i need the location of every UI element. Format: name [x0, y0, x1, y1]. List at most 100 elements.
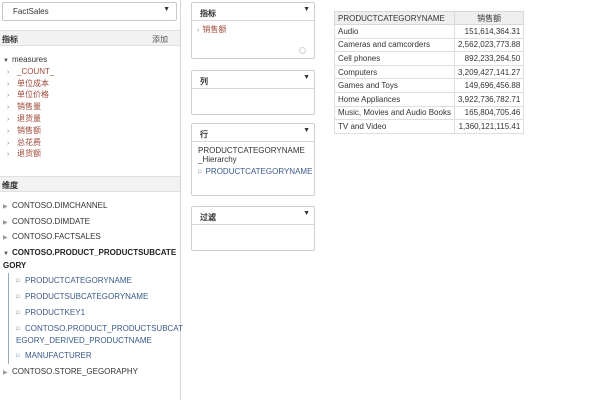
measure-label: 退货额 — [17, 149, 41, 159]
table-row: Home Appliances 3,922,736,782.71 — [334, 91, 525, 107]
attribute-label: MANUFACTURER — [25, 350, 92, 360]
measure-label: _COUNT_ — [17, 66, 55, 76]
add-measure-button[interactable]: 添加 — [152, 34, 168, 45]
table-row: Cell phones 892,233,264.50 — [334, 51, 525, 66]
bookmark-icon: ⌑ — [16, 293, 20, 301]
hierarchy-label[interactable]: PRODUCTCATEGORYNAME_Hierarchy — [192, 142, 314, 164]
measure-label: 销售量 — [17, 102, 41, 112]
table-row: Games and Toys 149,696,456.88 — [334, 78, 525, 93]
value-cell: 892,233,264.50 — [453, 51, 525, 66]
columns-panel-header: 列 ▼ — [192, 71, 314, 89]
bookmark-icon: ⌑ — [16, 277, 20, 285]
rows-panel-header: 行 ▼ — [192, 124, 314, 142]
value-cell: 165,804,705.46 — [453, 105, 525, 121]
measure-item[interactable]: › 总花费 — [0, 137, 180, 149]
measures-panel-body: › 销售额 — [192, 21, 314, 58]
table-header-row: PRODUCTCATEGORYNAME 销售额 — [334, 11, 525, 25]
columns-panel-body — [192, 89, 314, 114]
measure-item[interactable]: › _COUNT_ — [0, 66, 180, 78]
dimension-item[interactable]: ▶ CONTOSO.FACTSALES — [0, 229, 180, 245]
chevron-down-icon: ▼ — [163, 6, 170, 13]
measure-label: 销售额 — [17, 125, 41, 135]
cube-select[interactable]: FactSales ▼ — [2, 2, 177, 21]
measure-tree: ▼ measures › _COUNT_ › 单位成本 › 单位价格 › 销售量 › 退货量… — [0, 54, 180, 160]
field-list-pane: FactSales ▼ 指标 添加 ▼ measures › _COUNT_ › 单位… — [0, 0, 183, 400]
bookmark-icon: ⌑ — [198, 169, 202, 176]
attribute-item[interactable]: ⌑ PRODUCTSUBCATEGORYNAME — [16, 289, 184, 305]
filters-panel-title: 过滤 — [200, 213, 216, 222]
chevron-down-icon[interactable]: ▼ — [303, 6, 310, 13]
dimension-label: CONTOSO.DIMCHANNEL — [12, 201, 108, 210]
attribute-label: PRODUCTKEY1 — [25, 307, 86, 317]
chevron-right-icon: › — [7, 151, 10, 159]
column-header[interactable]: 销售额 — [453, 11, 525, 25]
measure-item[interactable]: › 销售额 — [0, 125, 180, 137]
chevron-down-icon[interactable]: ▼ — [303, 210, 310, 217]
dimensions-section-title: 维度 — [2, 181, 18, 190]
category-cell: Games and Toys — [334, 78, 455, 93]
attribute-label: PRODUCTSUBCATEGORYNAME — [25, 291, 149, 301]
measure-item[interactable]: › 销售量 — [0, 101, 180, 113]
value-cell: 3,209,427,141.27 — [453, 64, 525, 80]
measure-item[interactable]: › 单位成本 — [0, 78, 180, 90]
dimension-label: CONTOSO.DIMDATE — [12, 216, 90, 226]
table-row: Computers 3,209,427,141.27 — [334, 64, 525, 80]
category-cell: TV and Video — [334, 119, 455, 134]
dimension-label: CONTOSO.PRODUCT_PRODUCTSUBCATEGORY — [3, 247, 177, 270]
category-cell: Home Appliances — [334, 91, 455, 107]
row-attribute-chip[interactable]: ⌑ PRODUCTCATEGORYNAME — [192, 164, 314, 176]
chevron-right-icon: › — [7, 68, 10, 76]
dimension-label: CONTOSO.STORE_GEGORAPHY — [12, 366, 138, 376]
chevron-down-icon[interactable]: ▼ — [303, 74, 310, 81]
attribute-list: ⌑ PRODUCTCATEGORYNAME ⌑ PRODUCTSUBCATEGORY… — [8, 272, 183, 364]
bookmark-icon: ⌑ — [16, 352, 20, 360]
chevron-right-icon: › — [7, 127, 10, 135]
caret-right-icon: ▶ — [3, 369, 8, 376]
filters-drop-panel[interactable]: 过滤 ▼ — [191, 206, 315, 251]
value-cell: 151,614,364.31 — [453, 24, 525, 39]
measure-item[interactable]: › 退货量 — [0, 113, 180, 125]
measure-label: 单位成本 — [17, 78, 49, 88]
attribute-item[interactable]: ⌑ MANUFACTURER — [16, 348, 184, 364]
attribute-item[interactable]: ⌑ CONTOSO.PRODUCT_PRODUCTSUBCATEGORY_DERI… — [16, 321, 184, 348]
value-cell: 1,360,121,115.41 — [453, 119, 525, 134]
category-cell: Music, Movies and Audio Books — [334, 105, 455, 121]
value-cell: 3,922,736,782.71 — [453, 91, 525, 107]
dimension-item[interactable]: ▶ CONTOSO.DIMDATE — [0, 214, 180, 230]
dimension-tree: ▶ CONTOSO.DIMCHANNEL ▶ CONTOSO.DIMDATE ▶ CO… — [0, 198, 183, 380]
measure-label: 总花费 — [17, 137, 41, 147]
value-cell: 149,696,456.88 — [453, 78, 525, 93]
filters-panel-header: 过滤 ▼ — [192, 207, 314, 225]
chevron-down-icon[interactable]: ▼ — [303, 127, 310, 134]
circle-icon — [299, 47, 306, 54]
measures-root[interactable]: ▼ measures — [0, 54, 180, 66]
measure-label: 单位价格 — [17, 90, 49, 100]
measure-chip[interactable]: › 销售额 — [197, 24, 226, 35]
dimension-item[interactable]: ▶ CONTOSO.STORE_GEGORAPHY — [0, 364, 180, 380]
attribute-label: PRODUCTCATEGORYNAME — [25, 275, 132, 285]
dimension-item[interactable]: ▶ CONTOSO.DIMCHANNEL — [0, 198, 180, 214]
measure-item[interactable]: › 退货额 — [0, 148, 180, 160]
table-row: Music, Movies and Audio Books 165,804,705… — [334, 105, 525, 121]
dimensions-section-header: 维度 — [0, 176, 180, 192]
category-cell: Cell phones — [334, 51, 455, 66]
dimension-label: CONTOSO.FACTSALES — [12, 232, 101, 242]
bookmark-icon: ⌑ — [16, 309, 20, 317]
measure-chip-label: 销售额 — [202, 25, 227, 34]
attribute-label: CONTOSO.PRODUCT_PRODUCTSUBCATEGORY_DERIV… — [16, 323, 183, 345]
result-table: PRODUCTCATEGORYNAME 销售额 Audio 151,614,364… — [334, 11, 525, 134]
column-header[interactable]: PRODUCTCATEGORYNAME — [334, 11, 455, 25]
attribute-item[interactable]: ⌑ PRODUCTKEY1 — [16, 305, 184, 321]
caret-down-icon: ▼ — [3, 250, 9, 257]
columns-drop-panel[interactable]: 列 ▼ — [191, 70, 315, 115]
measures-drop-panel[interactable]: 指标 ▼ › 销售额 — [191, 2, 315, 59]
measure-item[interactable]: › 单位价格 — [0, 89, 180, 101]
category-cell: Computers — [334, 64, 455, 80]
table-row: TV and Video 1,360,121,115.41 — [334, 119, 525, 134]
rows-drop-panel[interactable]: 行 ▼ PRODUCTCATEGORYNAME_Hierarchy ⌑ PRODU… — [191, 123, 315, 196]
measures-section-header: 指标 添加 — [0, 30, 180, 46]
cube-select-value: FactSales — [13, 7, 49, 16]
measures-section-title: 指标 — [2, 35, 18, 44]
attribute-item[interactable]: ⌑ PRODUCTCATEGORYNAME — [16, 273, 184, 289]
dimension-item-expanded[interactable]: ▼ CONTOSO.PRODUCT_PRODUCTSUBCATEGORY — [0, 245, 178, 273]
